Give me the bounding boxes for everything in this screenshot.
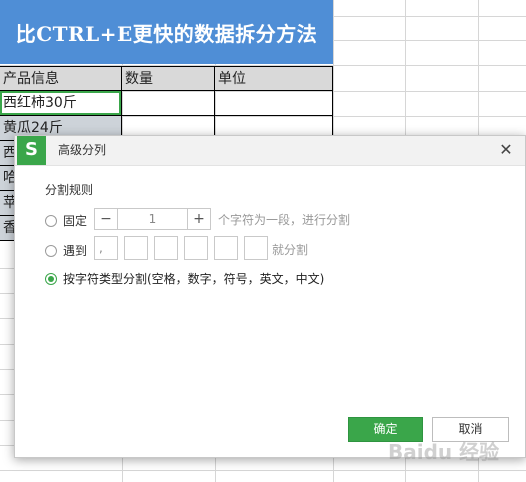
delimiter-suffix-text: 就分割 bbox=[272, 243, 309, 257]
fixed-suffix-text: 个字符为一段，进行分割 bbox=[218, 213, 351, 227]
dialog-titlebar[interactable]: S 高级分列 ✕ bbox=[15, 136, 525, 166]
fixed-length-value[interactable]: 1 bbox=[118, 209, 187, 229]
radio-fixed[interactable] bbox=[45, 214, 57, 227]
delimiter-box[interactable] bbox=[154, 236, 178, 260]
option-fixed-label: 固定 bbox=[63, 214, 88, 228]
minus-button[interactable]: − bbox=[95, 209, 118, 229]
option-delimiter-label: 遇到 bbox=[63, 244, 88, 258]
table-cell[interactable] bbox=[122, 91, 215, 116]
option-by-type[interactable]: 按字符类型分割(空格，数字，符号，英文，中文) bbox=[45, 270, 324, 287]
delimiter-box[interactable] bbox=[244, 236, 268, 260]
fixed-length-stepper[interactable]: − 1 + bbox=[94, 208, 211, 230]
close-icon[interactable]: ✕ bbox=[495, 139, 517, 161]
baidu-watermark: Baidu 经验 bbox=[388, 440, 500, 464]
advanced-split-dialog: S 高级分列 ✕ 分割规则 固定 − 1 + 个字符为一段，进行分割 遇到 , … bbox=[14, 135, 526, 458]
option-by-type-label: 按字符类型分割(空格，数字，符号，英文，中文) bbox=[63, 272, 325, 286]
delimiter-box[interactable] bbox=[214, 236, 238, 260]
header-cell-quantity[interactable]: 数量 bbox=[122, 66, 215, 91]
header-cell-product[interactable]: 产品信息 bbox=[0, 66, 122, 91]
wps-logo-icon: S bbox=[17, 136, 46, 165]
table-header-row: 产品信息 数量 单位 bbox=[0, 66, 333, 91]
radio-by-type[interactable] bbox=[45, 272, 57, 285]
delimiter-box[interactable] bbox=[184, 236, 208, 260]
delimiter-box[interactable]: , bbox=[94, 236, 118, 260]
plus-button[interactable]: + bbox=[187, 209, 210, 229]
delimiter-box[interactable] bbox=[124, 236, 148, 260]
title-banner[interactable]: 比CTRL+E更快的数据拆分方法 bbox=[0, 0, 333, 64]
header-cell-unit[interactable]: 单位 bbox=[215, 66, 333, 91]
selection-outline bbox=[0, 91, 121, 115]
radio-delimiter[interactable] bbox=[45, 244, 57, 257]
split-rules-label: 分割规则 bbox=[45, 183, 94, 197]
dialog-title: 高级分列 bbox=[58, 143, 107, 157]
table-cell[interactable] bbox=[215, 91, 333, 116]
option-delimiter[interactable]: 遇到 bbox=[45, 242, 87, 259]
gridline bbox=[0, 470, 526, 471]
banner-title: 比CTRL+E更快的数据拆分方法 bbox=[15, 21, 318, 46]
option-fixed[interactable]: 固定 bbox=[45, 212, 87, 229]
